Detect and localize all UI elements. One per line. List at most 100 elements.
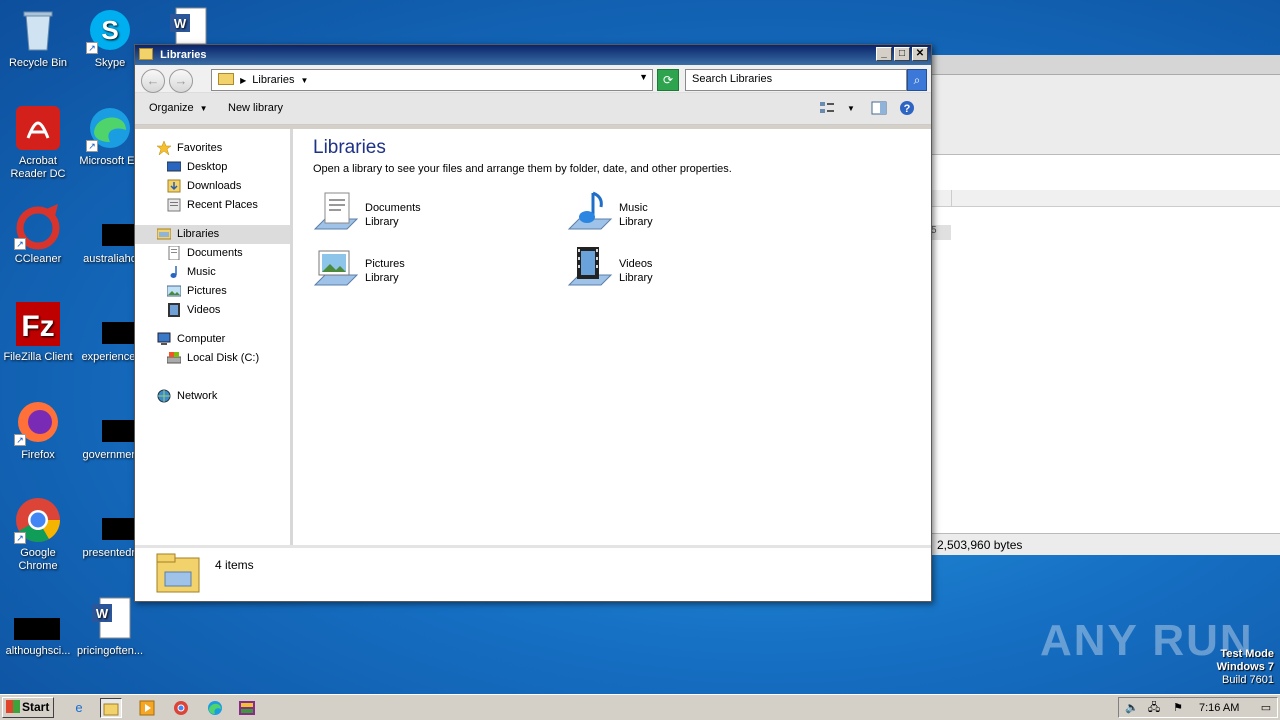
nav-item-recent-places[interactable]: Recent Places — [135, 196, 290, 215]
library-name: Documents — [365, 202, 421, 214]
clock[interactable]: 7:16 AM — [1199, 702, 1239, 714]
computer-icon — [157, 332, 171, 346]
new-library-button[interactable]: New library — [228, 102, 283, 114]
refresh-button[interactable]: ⟳ — [657, 69, 679, 91]
filezilla-icon: Fz — [14, 300, 62, 348]
redacted-file-icon — [14, 594, 62, 642]
shortcut-arrow-icon: ↗ — [14, 238, 26, 250]
library-type: Library — [365, 216, 399, 228]
desktop-icon-ccleaner[interactable]: ↗ CCleaner — [0, 202, 76, 266]
desktop-icon-althoughsci[interactable]: althoughsci... — [0, 594, 76, 658]
background-window[interactable]: 5 2,503,960 bytes — [930, 55, 1280, 555]
view-options-icon[interactable] — [819, 100, 835, 116]
explorer-titlebar[interactable]: Libraries _ □ ✕ — [135, 45, 931, 65]
music-note-icon — [167, 265, 181, 279]
show-desktop-icon[interactable]: ▭ — [1259, 701, 1273, 715]
edge-taskbar-icon[interactable] — [204, 698, 226, 718]
forward-button[interactable]: → — [169, 69, 193, 93]
column-divider — [951, 190, 952, 207]
network-status-icon[interactable]: 🖧 — [1147, 701, 1161, 715]
winrar-icon[interactable] — [236, 698, 258, 718]
library-item-videos[interactable]: Videos Library — [567, 245, 767, 295]
desktop-icon-pricingoften[interactable]: W pricingoften... — [72, 594, 148, 658]
skype-icon: S ↗ — [86, 6, 134, 54]
desktop-icon-chrome[interactable]: ↗ Google Chrome — [0, 496, 76, 573]
organize-button[interactable]: Organize ▼ — [149, 102, 208, 114]
breadcrumb-arrow-icon[interactable]: ▶ — [240, 76, 246, 85]
hard-drive-icon — [166, 351, 182, 365]
nav-item-videos[interactable]: Videos — [135, 301, 290, 320]
search-input[interactable]: Search Libraries — [685, 69, 907, 91]
shortcut-arrow-icon: ↗ — [14, 532, 26, 544]
system-tray: 🔈 🖧 ⚑ 7:16 AM ▭ — [1118, 697, 1278, 718]
film-icon — [167, 303, 181, 317]
recycle-bin-icon — [14, 6, 62, 54]
view-dropdown-icon[interactable]: ▼ — [847, 104, 855, 113]
content-heading: Libraries — [313, 137, 386, 158]
libraries-icon — [156, 227, 172, 241]
background-window-selected-row[interactable]: 5 — [931, 225, 951, 240]
nav-item-local-disk[interactable]: Local Disk (C:) — [135, 349, 290, 368]
nav-item-desktop[interactable]: Desktop — [135, 158, 290, 177]
breadcrumb-libraries[interactable]: Libraries — [252, 74, 294, 86]
minimize-button[interactable]: _ — [876, 47, 892, 61]
library-item-music[interactable]: Music Library — [567, 189, 767, 239]
desktop-icon-acrobat[interactable]: Acrobat Reader DC — [0, 104, 76, 181]
desktop-icon — [166, 160, 182, 174]
windows-logo-icon — [6, 700, 20, 713]
nav-label: Videos — [187, 304, 221, 316]
organize-label: Organize — [149, 102, 194, 114]
desktop-icon-label: Acrobat Reader DC — [10, 155, 66, 180]
address-bar[interactable]: ▶ Libraries ▼ ▼ — [211, 69, 653, 91]
shortcut-arrow-icon: ↗ — [14, 434, 26, 446]
os-label: Windows 7 — [1216, 661, 1274, 673]
nav-item-documents[interactable]: Documents — [135, 244, 290, 263]
nav-label: Desktop — [187, 161, 228, 173]
documents-icon — [167, 245, 181, 261]
nav-item-network[interactable]: Network — [135, 387, 290, 406]
file-explorer-taskbar-icon[interactable] — [100, 698, 122, 718]
desktop-icon-firefox[interactable]: ↗ Firefox — [0, 398, 76, 462]
nav-item-music[interactable]: Music — [135, 263, 290, 282]
desktop-icon-recycle-bin[interactable]: Recycle Bin — [0, 6, 76, 70]
music-library-icon — [567, 189, 613, 235]
background-window-column-header[interactable] — [931, 190, 1280, 207]
internet-explorer-icon[interactable]: e — [68, 698, 90, 718]
nav-item-computer[interactable]: Computer — [135, 330, 290, 349]
breadcrumb-dropdown-icon[interactable]: ▼ — [301, 76, 309, 85]
maximize-button[interactable]: □ — [894, 47, 910, 61]
nav-item-libraries[interactable]: Libraries — [135, 225, 290, 244]
nav-label: Pictures — [187, 285, 227, 297]
background-window-titlebar[interactable] — [931, 55, 1280, 75]
library-item-documents[interactable]: Documents Library — [313, 189, 513, 239]
preview-pane-icon[interactable] — [871, 100, 887, 116]
firefox-icon: ↗ — [14, 398, 62, 446]
nav-item-downloads[interactable]: Downloads — [135, 177, 290, 196]
svg-text:?: ? — [904, 103, 911, 115]
help-icon[interactable]: ? — [899, 100, 915, 116]
start-button[interactable]: Start — [2, 697, 54, 718]
svg-text:S: S — [101, 15, 118, 45]
desktop-icon-label: Google Chrome — [18, 547, 58, 572]
library-item-pictures[interactable]: Pictures Library — [313, 245, 513, 295]
navigation-pane: Favorites Desktop Downloads Recent Place… — [135, 129, 293, 545]
network-icon — [157, 389, 171, 403]
nav-item-pictures[interactable]: Pictures — [135, 282, 290, 301]
close-button[interactable]: ✕ — [912, 47, 928, 61]
nav-label: Recent Places — [187, 199, 258, 211]
libraries-folder-icon — [155, 552, 201, 596]
chevron-down-icon: ▼ — [199, 104, 208, 113]
speaker-icon[interactable]: 🔈 — [1125, 701, 1139, 715]
chrome-taskbar-icon[interactable] — [170, 698, 192, 718]
back-button[interactable]: ← — [141, 69, 165, 93]
downloads-folder-icon — [167, 179, 181, 193]
search-icon[interactable]: ⌕ — [907, 69, 927, 91]
action-center-flag-icon[interactable]: ⚑ — [1171, 701, 1185, 715]
desktop-icon-filezilla[interactable]: Fz FileZilla Client — [0, 300, 76, 364]
address-history-dropdown-icon[interactable]: ▼ — [639, 72, 648, 82]
nav-item-favorites[interactable]: Favorites — [135, 139, 290, 158]
desktop-icon-label: FileZilla Client — [3, 351, 73, 363]
nav-label: Libraries — [177, 228, 220, 240]
media-player-icon[interactable] — [136, 698, 158, 718]
background-window-toolbar — [931, 95, 1280, 155]
